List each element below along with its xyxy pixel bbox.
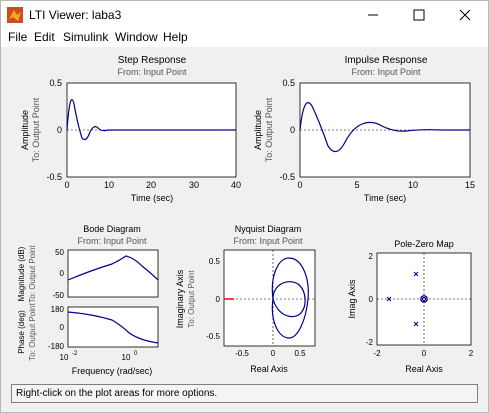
impulse-ytick: 0.5 (282, 78, 295, 88)
status-bar: Right-click on the plot areas for more o… (11, 384, 478, 403)
nyquist-title: Nyquist Diagram (235, 224, 302, 234)
pz-xtick: 0 (422, 349, 427, 358)
impulse-xtick: 0 (297, 180, 302, 190)
impulse-ylabel2: To: Output Point (264, 97, 274, 162)
pole-zero-map-plot[interactable]: Pole-Zero Map 2 0 -2 -2 0 2 Real Axis Im (347, 239, 474, 374)
bode-phase-tick: 180 (51, 305, 65, 314)
title-bar[interactable]: LTI Viewer: laba3 (1, 1, 488, 29)
bode-xtick: 10 (122, 353, 131, 362)
step-ytick: 0.5 (49, 78, 62, 88)
step-ytick: -0.5 (46, 172, 62, 182)
nyquist-subtitle: From: Input Point (233, 236, 303, 246)
nyquist-ytick: 0.5 (209, 257, 221, 266)
nyquist-ylabel: Imaginary Axis (175, 269, 185, 328)
plots-svg: Step Response From: Input Point 0.5 0 -0… (17, 55, 475, 376)
impulse-xlabel: Time (sec) (364, 193, 406, 203)
impulse-response-plot[interactable]: Impulse Response From: Input Point 0.5 0… (253, 55, 475, 203)
impulse-xtick: 5 (354, 180, 359, 190)
bode-xlabel: Frequency (rad/sec) (72, 366, 153, 376)
impulse-xtick: 10 (408, 180, 418, 190)
step-xtick: 0 (64, 180, 69, 190)
step-subtitle: From: Input Point (117, 67, 187, 77)
nyquist-axes[interactable] (223, 249, 316, 347)
bode-phase-tick: 0 (60, 323, 65, 332)
step-title: Step Response (118, 55, 187, 66)
bode-xtick-exp: -2 (72, 351, 78, 357)
menu-file[interactable]: File (8, 30, 27, 44)
step-xlabel: Time (sec) (131, 193, 173, 203)
bode-mag-ylabel: Magnitude (dB) (17, 246, 26, 301)
bode-mag-tick: 0 (60, 269, 65, 278)
pz-xtick: -2 (373, 349, 381, 358)
step-xtick: 20 (146, 180, 156, 190)
menu-edit[interactable]: Edit (34, 30, 55, 44)
nyquist-xtick: 0 (271, 349, 276, 358)
pz-ytick: 0 (369, 295, 374, 304)
minimize-icon (368, 14, 378, 16)
step-xtick: 40 (231, 180, 241, 190)
bode-magnitude-axes[interactable] (67, 249, 159, 298)
impulse-ytick: 0 (290, 125, 295, 135)
pz-ytick: 2 (369, 252, 374, 261)
nyquist-xtick: 0.5 (294, 349, 306, 358)
impulse-xtick: 15 (465, 180, 475, 190)
matlab-app-icon (7, 7, 23, 23)
nyquist-ylabel2: To: Output Point (187, 270, 196, 328)
bode-phase-ylabel2: To: Output Point (28, 303, 37, 361)
bode-diagram-plot[interactable]: Bode Diagram From: Input Point 50 0 -50 … (17, 224, 159, 376)
bode-subtitle: From: Input Point (77, 236, 147, 246)
menu-help[interactable]: Help (163, 30, 188, 44)
window-title: LTI Viewer: laba3 (29, 8, 122, 22)
bode-title: Bode Diagram (83, 224, 141, 234)
maximize-icon (413, 9, 425, 21)
menu-window[interactable]: Window (115, 30, 158, 44)
step-ylabel: Amplitude (20, 110, 30, 150)
nyquist-diagram-plot[interactable]: Nyquist Diagram From: Input Point 0.5 0 … (175, 224, 316, 374)
bode-phase-tick: -180 (48, 342, 65, 351)
nyquist-ytick: -0.5 (206, 332, 220, 341)
step-xtick: 30 (189, 180, 199, 190)
lti-viewer-window: LTI Viewer: laba3 File Edit Simulink Win… (0, 0, 489, 413)
bode-phase-ylabel: Phase (deg) (17, 310, 26, 354)
bode-xtick: 10 (60, 353, 69, 362)
bode-mag-tick: 50 (55, 248, 64, 257)
plot-area[interactable]: Step Response From: Input Point 0.5 0 -0… (2, 48, 487, 382)
step-xtick: 10 (104, 180, 114, 190)
bode-mag-ylabel2: To: Output Point (28, 245, 37, 303)
step-ytick: 0 (57, 125, 62, 135)
bode-mag-tick: -50 (52, 291, 64, 300)
impulse-ytick: -0.5 (279, 172, 295, 182)
pz-title: Pole-Zero Map (394, 239, 454, 249)
minimize-button[interactable] (350, 1, 396, 29)
step-ylabel2: To: Output Point (31, 97, 41, 162)
menu-bar: File Edit Simulink Window Help (1, 29, 488, 47)
step-response-plot[interactable]: Step Response From: Input Point 0.5 0 -0… (20, 55, 241, 203)
nyquist-xtick: -0.5 (235, 349, 249, 358)
impulse-title: Impulse Response (345, 55, 428, 66)
pz-xtick: 2 (469, 349, 474, 358)
maximize-button[interactable] (396, 1, 442, 29)
pz-ylabel: Imag Axis (347, 279, 357, 319)
nyquist-ytick: 0 (216, 295, 221, 304)
nyquist-xlabel: Real Axis (250, 364, 288, 374)
menu-simulink[interactable]: Simulink (63, 30, 108, 44)
bode-xtick-exp: 0 (134, 351, 138, 357)
close-icon (459, 9, 471, 21)
close-button[interactable] (442, 1, 488, 29)
pz-ytick: -2 (366, 338, 374, 347)
impulse-subtitle: From: Input Point (351, 67, 421, 77)
pz-xlabel: Real Axis (405, 364, 443, 374)
impulse-ylabel: Amplitude (253, 110, 263, 150)
